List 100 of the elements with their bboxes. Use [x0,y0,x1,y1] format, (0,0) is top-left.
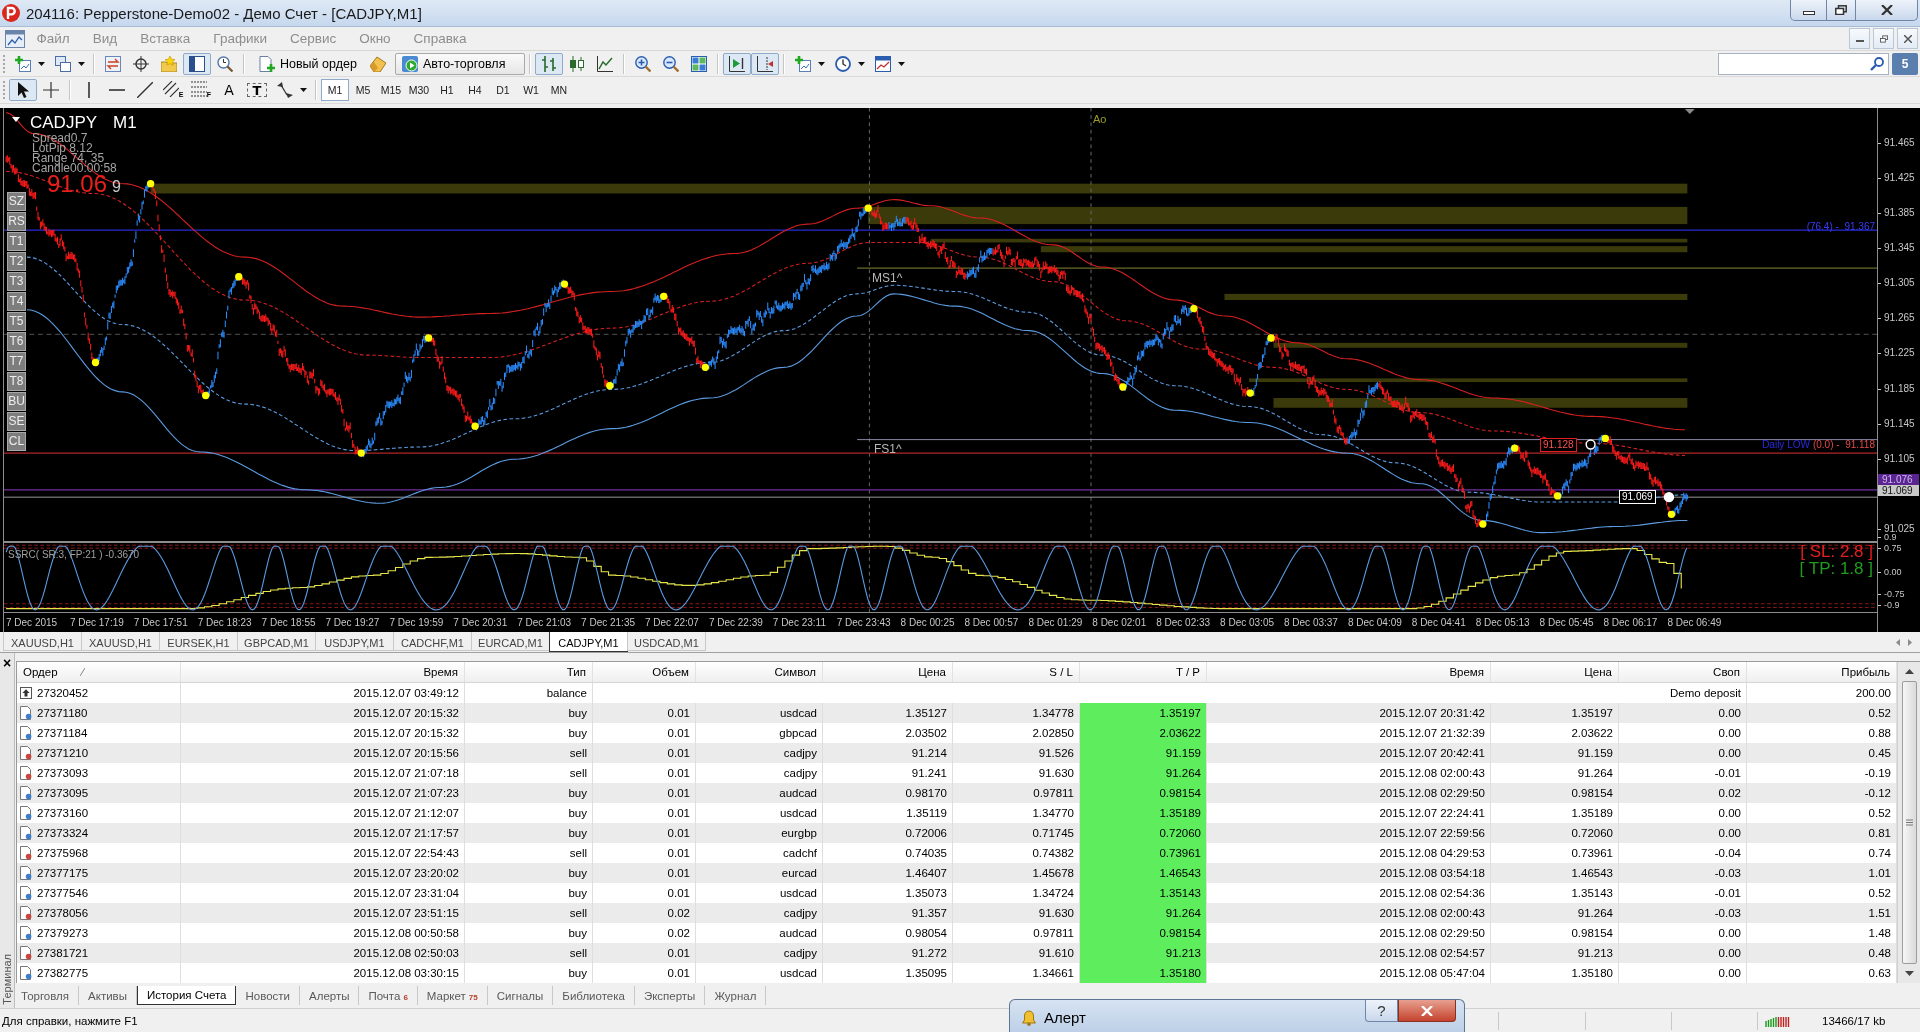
close-button[interactable] [1398,1000,1456,1022]
table-cell: 0.01 [593,963,696,983]
scroll-down-icon[interactable] [1904,971,1914,976]
caret-icon[interactable] [817,61,825,66]
panel-tab[interactable]: Новости [236,986,300,1005]
column-header[interactable]: Время [1207,662,1491,682]
time-axis-label: 7 Dec 21:35 [581,617,636,629]
panel-tab[interactable]: Сигналы [487,986,554,1005]
chart-tab[interactable]: USDCAD,M1 [627,632,706,651]
timeframe-button[interactable]: D1 [489,79,517,101]
auto-trading-button[interactable]: Авто-торговля [394,52,525,75]
restore-button[interactable] [1873,28,1894,49]
timeframe-button[interactable]: H1 [433,79,461,101]
close-button[interactable]: × [0,657,14,670]
price-axis-label: 91.025 [1878,523,1915,535]
text-button[interactable]: A [215,79,243,101]
order-number: 27377175 [37,867,89,879]
time-axis-label: 8 Dec 06:17 [1603,617,1658,629]
caret-icon[interactable] [38,61,45,66]
timeframe-button[interactable]: MN [545,79,573,101]
restore-button[interactable] [1827,0,1856,21]
timeframe-button[interactable]: H4 [461,79,489,101]
vertical-line-icon [88,82,90,98]
chart-tab[interactable]: CADJPY,M1 [549,632,628,652]
new-order-button[interactable]: Новый ордер [252,52,364,75]
close-icon [1421,1005,1433,1016]
scroll-right-icon[interactable] [1908,638,1912,646]
table-cell: 91.213 [1080,943,1207,963]
order-number: 27371184 [37,727,88,739]
timeframe-button[interactable]: M30 [405,79,433,101]
text-label-button[interactable]: T [243,79,271,101]
panel-tab[interactable]: История Счета [136,986,237,1005]
alert-window[interactable]: Алерт ? [1009,999,1465,1032]
time-axis-label: 7 Dec 19:27 [325,617,380,629]
order-number: 27379273 [37,927,89,939]
column-header[interactable]: Время [181,662,465,682]
order-number: 27371180 [37,707,88,719]
table-cell: 91.159 [1080,743,1207,763]
caret-icon[interactable] [897,61,905,66]
order-number: 27373160 [37,807,89,819]
cursor-button[interactable] [9,79,37,101]
caret-icon[interactable] [78,61,85,66]
scroll-left-icon[interactable] [1896,638,1900,646]
column-header[interactable]: S / L [953,662,1080,682]
scrollbar[interactable] [1897,662,1920,983]
data-window-button[interactable] [183,52,211,75]
caret-icon[interactable] [300,88,307,92]
time-axis-label: 7 Dec 22:07 [645,617,699,629]
panel-tab[interactable]: Журнал [705,986,767,1005]
panel-tab[interactable]: Почта 6 [359,986,418,1005]
column-header[interactable]: Ордер [17,662,181,682]
timeframe-button[interactable]: M5 [349,79,377,101]
panel-tab[interactable]: Активы [79,986,137,1005]
candles-icon [568,55,585,72]
panel-tab[interactable]: Маркет 75 [417,986,488,1005]
minimize-button[interactable] [1849,28,1870,49]
messages-button[interactable]: 5 [1892,52,1918,75]
column-header[interactable]: Цена [1491,662,1619,682]
help-button[interactable]: ? [1365,1000,1398,1022]
document-icon [20,926,32,940]
chart-window-icon[interactable] [5,29,25,48]
chart-tab[interactable]: XAUUSD,H1 [3,632,82,651]
table-cell: 1.35180 [1080,963,1207,983]
table-cell: 0.98154 [1080,783,1207,803]
column-header[interactable]: Цена [823,662,953,682]
timeframe-button[interactable]: W1 [517,79,545,101]
table-cell: 1.35189 [1080,803,1207,823]
time-axis-label: 8 Dec 03:37 [1284,617,1338,629]
close-button[interactable] [1856,0,1918,21]
panel-tab[interactable]: Алерты [300,986,360,1005]
auto-scroll-button[interactable] [722,52,751,75]
panel-tab[interactable]: Библиотека [553,986,635,1005]
document-icon [20,766,32,780]
scroll-up-icon[interactable] [1904,669,1914,674]
scrollbar-thumb[interactable] [1901,681,1917,964]
column-header[interactable]: T / P [1080,662,1207,682]
column-header[interactable]: Тип [465,662,593,682]
timeframe-button[interactable]: M1 [321,79,349,101]
panel-tab[interactable]: Эксперты [634,986,706,1005]
unread-count: 75 [468,993,478,1002]
timeframe-button[interactable]: M15 [377,79,405,101]
column-header[interactable]: Символ [696,662,823,682]
status-text: Для справки, нажмите F1 [1,1014,138,1027]
order-number: 27373095 [37,787,89,799]
document-icon [20,826,32,840]
search-field[interactable] [1718,52,1889,75]
document-icon [20,886,32,900]
zoom-out-icon [662,55,679,72]
column-header[interactable]: Объем [593,662,696,682]
column-header[interactable]: Своп [1619,662,1747,682]
chart-shift-button[interactable] [750,52,779,75]
bar-chart-button[interactable] [534,52,563,75]
price-axis-tag: 91.076 [1878,474,1919,485]
document-icon [20,846,32,860]
caret-icon[interactable] [857,61,865,66]
minimize-button[interactable] [1790,0,1827,21]
time-axis-label: 7 Dec 21:03 [517,617,572,629]
close-icon [1903,34,1912,43]
unread-count: 6 [403,993,408,1002]
panel-tab[interactable]: Торговля [12,986,80,1005]
